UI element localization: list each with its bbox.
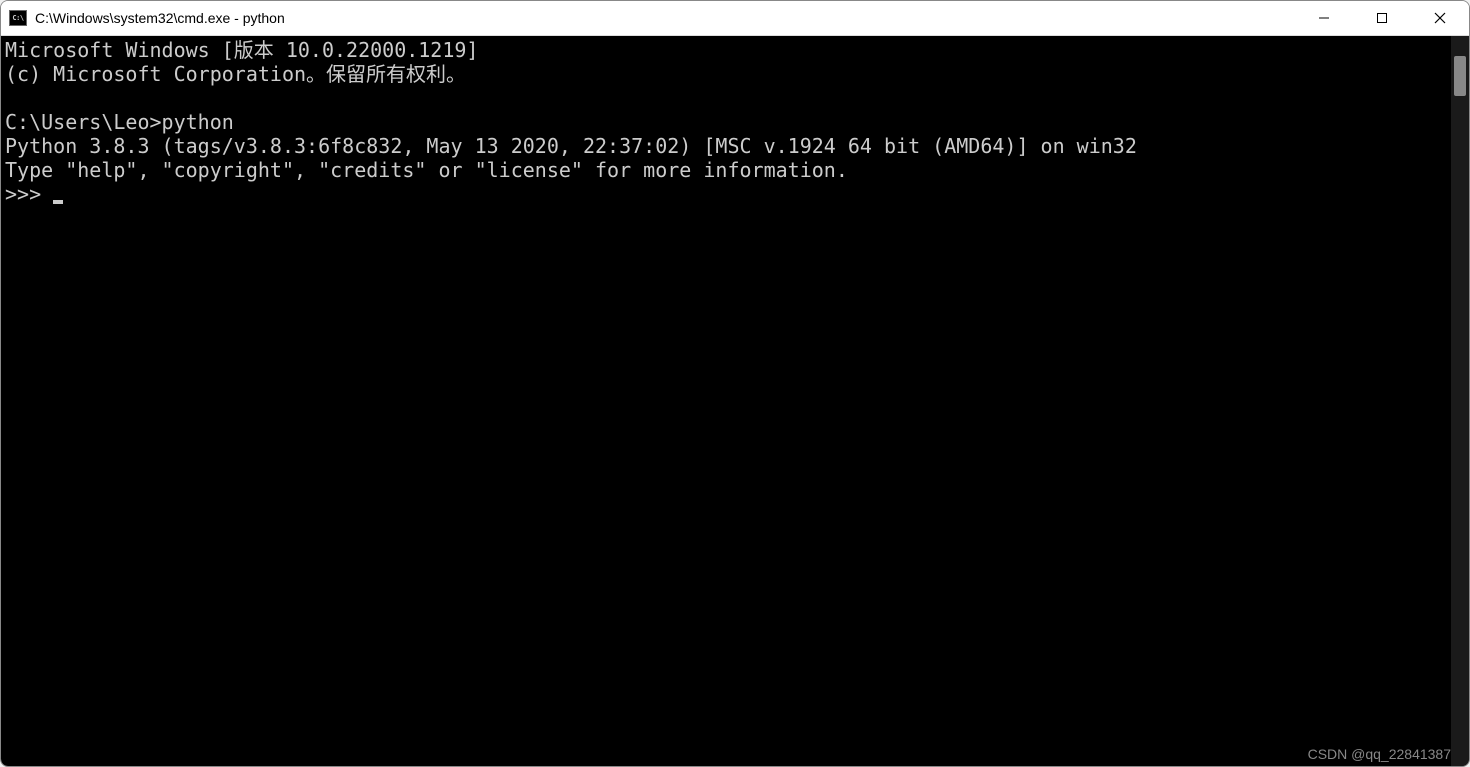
window-title: C:\Windows\system32\cmd.exe - python: [35, 10, 1295, 26]
os-version-line: Microsoft Windows [版本 10.0.22000.1219]: [5, 38, 478, 62]
cmd-icon: C:\: [9, 10, 27, 26]
close-icon: [1434, 12, 1446, 24]
close-button[interactable]: [1411, 1, 1469, 35]
cursor: [53, 200, 63, 204]
terminal-content[interactable]: Microsoft Windows [版本 10.0.22000.1219] (…: [1, 36, 1451, 766]
scrollbar-track[interactable]: [1451, 36, 1469, 766]
window-controls: [1295, 1, 1469, 35]
maximize-button[interactable]: [1353, 1, 1411, 35]
prompt-path: C:\Users\Leo>: [5, 110, 162, 134]
python-prompt: >>>: [5, 182, 53, 206]
scrollbar-thumb[interactable]: [1454, 56, 1466, 96]
typed-command: python: [162, 110, 234, 134]
minimize-button[interactable]: [1295, 1, 1353, 35]
main-window: C:\ C:\Windows\system32\cmd.exe - python: [0, 0, 1470, 767]
maximize-icon: [1376, 12, 1388, 24]
watermark: CSDN @qq_22841387: [1308, 746, 1451, 762]
python-banner: Python 3.8.3 (tags/v3.8.3:6f8c832, May 1…: [5, 134, 1137, 158]
titlebar[interactable]: C:\ C:\Windows\system32\cmd.exe - python: [1, 1, 1469, 36]
minimize-icon: [1318, 12, 1330, 24]
terminal-area[interactable]: Microsoft Windows [版本 10.0.22000.1219] (…: [1, 36, 1469, 766]
copyright-line: (c) Microsoft Corporation。保留所有权利。: [5, 62, 466, 86]
python-help-line: Type "help", "copyright", "credits" or "…: [5, 158, 848, 182]
